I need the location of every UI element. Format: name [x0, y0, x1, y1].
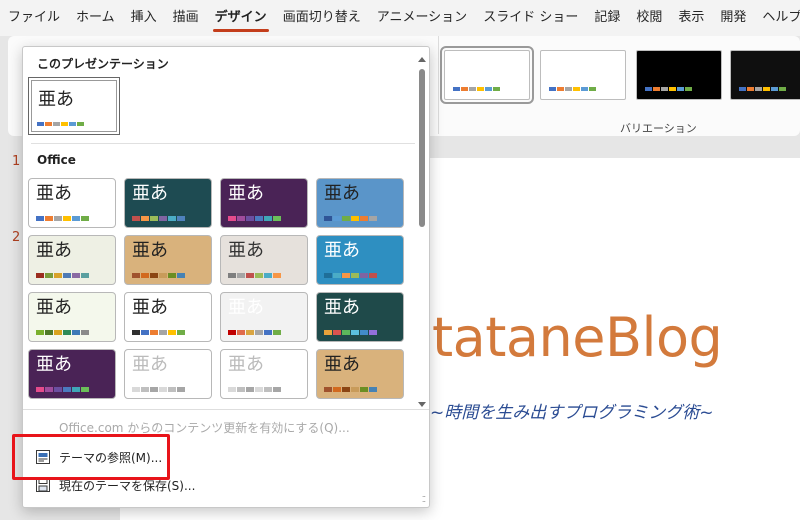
- scrollbar-thumb[interactable]: [419, 69, 425, 227]
- ribbon-tab[interactable]: ヘルプ: [754, 0, 800, 36]
- ribbon-tab-bar: ファイル ホーム 挿入 描画 デザイン 画面切り替え アニメーション スライド ショー 記録 校閲…: [0, 0, 800, 36]
- theme-color-bar: [228, 387, 281, 392]
- slide-number-1[interactable]: 1: [12, 154, 20, 169]
- theme-color-bar: [324, 216, 377, 221]
- variation-thumbnail[interactable]: [730, 50, 800, 100]
- theme-color-bar: [132, 330, 185, 335]
- theme-color-bar: [36, 216, 89, 221]
- theme-sample-text: 亜あ: [228, 297, 264, 318]
- theme-color-bar: [36, 330, 89, 335]
- theme-thumbnail[interactable]: 亜あ: [124, 178, 212, 228]
- ribbon-tab[interactable]: スライド ショー: [475, 0, 586, 36]
- theme-thumbnail[interactable]: 亜あ: [124, 349, 212, 399]
- theme-thumbnail[interactable]: 亜あ: [28, 178, 116, 228]
- ribbon-tab[interactable]: 表示: [670, 0, 712, 36]
- theme-color-bar: [132, 216, 185, 221]
- slide-title[interactable]: tataneBlog: [432, 306, 723, 369]
- current-theme-color-bar: [37, 122, 84, 126]
- theme-thumbnail[interactable]: 亜あ: [220, 178, 308, 228]
- panel-scrollbar[interactable]: [417, 53, 427, 407]
- scroll-up-arrow-icon[interactable]: [418, 57, 426, 62]
- highlight-box: [12, 434, 170, 480]
- menu-separator: [23, 409, 429, 410]
- theme-color-bar: [228, 216, 281, 221]
- theme-thumbnail[interactable]: 亜あ: [220, 349, 308, 399]
- theme-sample-text: 亜あ: [228, 183, 264, 204]
- theme-thumbnail[interactable]: 亜あ: [316, 349, 404, 399]
- theme-sample-text: 亜あ: [132, 183, 168, 204]
- ribbon-tab[interactable]: 描画: [165, 0, 207, 36]
- theme-sample-text: 亜あ: [324, 240, 360, 261]
- variation-color-bar: [645, 87, 692, 91]
- enable-content-updates-label: Office.com からのコンテンツ更新を有効にする(Q)...: [59, 420, 350, 435]
- theme-color-bar: [324, 330, 377, 335]
- theme-sample-text: 亜あ: [324, 183, 360, 204]
- ribbon-tab[interactable]: デザイン: [207, 0, 275, 36]
- variation-color-bar: [549, 87, 596, 91]
- theme-sample-text: 亜あ: [36, 297, 72, 318]
- theme-thumbnail[interactable]: 亜あ: [220, 235, 308, 285]
- section-divider: [31, 143, 415, 144]
- variation-thumbnail[interactable]: [636, 50, 722, 100]
- slide-subtitle[interactable]: ~時間を生み出すプログラミング術~: [430, 398, 714, 423]
- ribbon-tab[interactable]: 校閲: [628, 0, 670, 36]
- theme-color-bar: [228, 330, 281, 335]
- theme-color-bar: [132, 387, 185, 392]
- theme-sample-text: 亜あ: [132, 297, 168, 318]
- theme-color-bar: [36, 273, 89, 278]
- theme-thumbnail[interactable]: 亜あ: [316, 292, 404, 342]
- theme-color-bar: [324, 273, 377, 278]
- ribbon-tab[interactable]: ホーム: [68, 0, 123, 36]
- ribbon-tab[interactable]: 記録: [586, 0, 628, 36]
- variation-thumbnail[interactable]: [440, 46, 534, 104]
- office-heading: Office: [37, 153, 76, 167]
- theme-thumbnail[interactable]: 亜あ: [28, 235, 116, 285]
- theme-thumbnail[interactable]: 亜あ: [316, 235, 404, 285]
- theme-sample-text: 亜あ: [36, 183, 72, 204]
- theme-sample-text: 亜あ: [324, 354, 360, 375]
- theme-sample-text: 亜あ: [132, 240, 168, 261]
- theme-thumbnail[interactable]: 亜あ: [124, 292, 212, 342]
- this-presentation-heading: このプレゼンテーション: [37, 57, 169, 71]
- variation-color-bar: [739, 87, 786, 91]
- theme-thumbnail[interactable]: 亜あ: [220, 292, 308, 342]
- current-theme-preview: 亜あ: [31, 80, 117, 132]
- theme-thumbnail[interactable]: 亜あ: [28, 292, 116, 342]
- theme-color-bar: [228, 273, 281, 278]
- theme-thumbnail[interactable]: 亜あ: [124, 235, 212, 285]
- theme-thumbnail[interactable]: 亜あ: [316, 178, 404, 228]
- slide-number-2[interactable]: 2: [12, 230, 20, 245]
- theme-color-bar: [324, 387, 377, 392]
- scroll-down-arrow-icon[interactable]: [418, 402, 426, 407]
- ribbon-tab[interactable]: 画面切り替え: [275, 0, 369, 36]
- current-theme-thumbnail[interactable]: 亜あ: [28, 77, 120, 135]
- theme-thumbnail[interactable]: 亜あ: [28, 349, 116, 399]
- ribbon-tab[interactable]: 挿入: [123, 0, 165, 36]
- theme-sample-text: 亜あ: [324, 297, 360, 318]
- resize-grip-icon[interactable]: ⁚⁚: [422, 495, 426, 504]
- theme-sample-text: 亜あ: [228, 354, 264, 375]
- ribbon-tab[interactable]: アニメーション: [369, 0, 475, 36]
- theme-color-bar: [132, 273, 185, 278]
- theme-sample-text: 亜あ: [228, 240, 264, 261]
- ribbon-divider: [438, 36, 439, 134]
- current-theme-sample-text: 亜あ: [38, 89, 74, 110]
- variation-thumbnail[interactable]: [540, 50, 626, 100]
- theme-sample-text: 亜あ: [36, 240, 72, 261]
- theme-color-bar: [36, 387, 89, 392]
- variations-label: バリエーション: [620, 122, 697, 135]
- ribbon-tab[interactable]: 開発: [712, 0, 754, 36]
- variation-color-bar: [453, 87, 500, 91]
- ribbon-tab[interactable]: ファイル: [0, 0, 68, 36]
- theme-sample-text: 亜あ: [36, 354, 72, 375]
- theme-sample-text: 亜あ: [132, 354, 168, 375]
